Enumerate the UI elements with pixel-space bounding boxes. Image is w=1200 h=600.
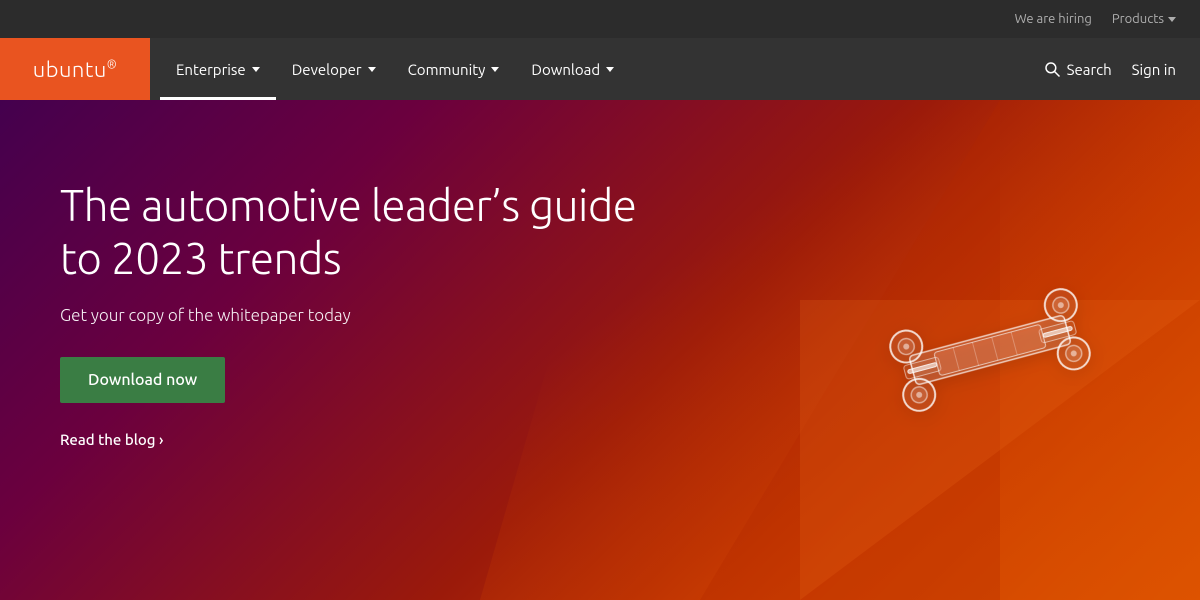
logo-text: ubuntu® [33, 57, 117, 82]
we-are-hiring-link[interactable]: We are hiring [1015, 12, 1092, 26]
nav-right: Search Sign in [1043, 60, 1200, 78]
search-icon [1043, 60, 1061, 78]
hero-heading: The automotive leader’s guide to 2023 tr… [60, 180, 660, 286]
nav-items: Enterprise Developer Community Download [150, 38, 1043, 100]
products-chevron-icon [1168, 17, 1176, 22]
developer-chevron-icon [368, 67, 376, 72]
main-nav: ubuntu® Enterprise Developer Community D… [0, 38, 1200, 100]
nav-item-community[interactable]: Community [392, 38, 516, 100]
products-link[interactable]: Products [1112, 12, 1176, 26]
nav-item-developer[interactable]: Developer [276, 38, 392, 100]
ubuntu-logo[interactable]: ubuntu® [0, 38, 150, 100]
community-chevron-icon [491, 67, 499, 72]
search-button[interactable]: Search [1043, 60, 1112, 78]
top-bar: We are hiring Products [0, 0, 1200, 38]
download-chevron-icon [606, 67, 614, 72]
hero-content: The automotive leader’s guide to 2023 tr… [0, 100, 720, 528]
products-label: Products [1112, 12, 1164, 26]
enterprise-chevron-icon [252, 67, 260, 72]
sign-in-link[interactable]: Sign in [1132, 61, 1176, 78]
nav-item-download[interactable]: Download [515, 38, 630, 100]
read-blog-link[interactable]: Read the blog › [60, 431, 660, 448]
nav-item-enterprise[interactable]: Enterprise [160, 38, 276, 100]
hero-section: The automotive leader’s guide to 2023 tr… [0, 100, 1200, 600]
download-now-button[interactable]: Download now [60, 357, 225, 403]
hero-subtext: Get your copy of the whitepaper today [60, 306, 660, 325]
